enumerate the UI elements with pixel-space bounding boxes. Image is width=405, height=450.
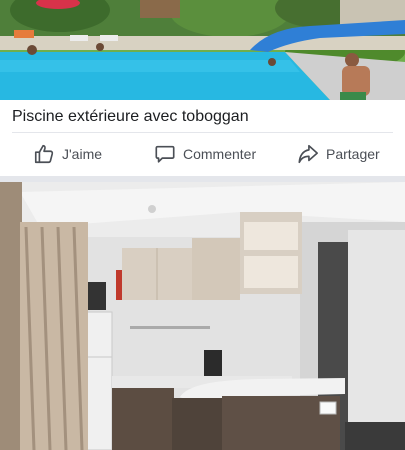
- share-label: Partager: [326, 146, 380, 162]
- post-action-bar: J'aime Commenter Partager: [0, 136, 405, 172]
- comment-label: Commenter: [183, 146, 257, 162]
- divider: [12, 132, 393, 133]
- share-arrow-icon: [297, 143, 319, 165]
- post-caption: Piscine extérieure avec toboggan: [12, 108, 249, 125]
- pool-photo[interactable]: [0, 0, 405, 100]
- thumbs-up-icon: [33, 143, 55, 165]
- like-button[interactable]: J'aime: [33, 136, 102, 172]
- comment-button[interactable]: Commenter: [154, 136, 256, 172]
- like-label: J'aime: [62, 146, 103, 162]
- kitchen-photo[interactable]: [0, 182, 405, 450]
- share-button[interactable]: Partager: [297, 136, 380, 172]
- speech-bubble-icon: [154, 143, 176, 165]
